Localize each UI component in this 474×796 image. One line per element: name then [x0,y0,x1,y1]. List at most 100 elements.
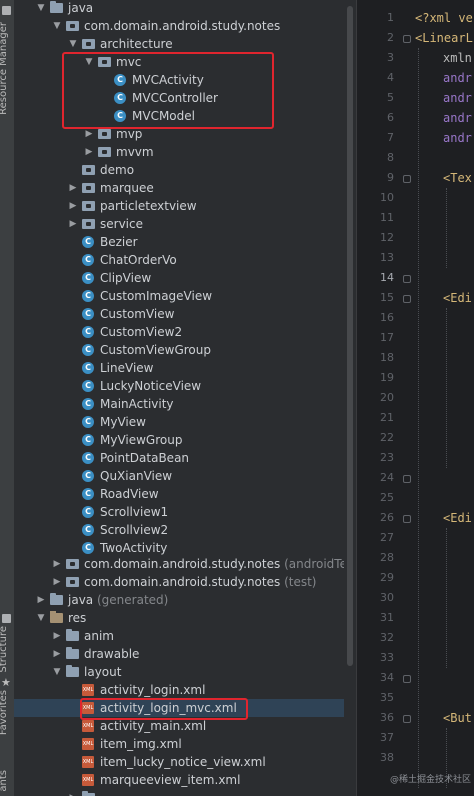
tree-row-class[interactable]: C QuXianView [14,467,344,485]
line-number: 12 [380,231,394,244]
line-number: 4 [387,71,394,84]
chevron-down-icon[interactable]: ▼ [52,17,62,35]
tree-label: com.domain.android.study.notes [84,19,281,33]
structure-tab[interactable]: Structure [0,626,9,673]
tree-scrollbar[interactable] [344,0,356,796]
tree-label: item_lucky_notice_view.xml [100,755,266,769]
tree-row-class[interactable]: C MyViewGroup [14,431,344,449]
tree-row-particletextview[interactable]: ▶ particletextview [14,197,344,215]
fold-marker-icon[interactable] [403,515,411,523]
tree-label: CustomView2 [100,325,183,339]
tree-row-drawable[interactable]: ▶ drawable [14,645,344,663]
chevron-right-icon[interactable]: ▶ [36,591,46,609]
chevron-right-icon[interactable]: ▶ [52,645,62,663]
tree-row-service[interactable]: ▶ service [14,215,344,233]
tree-row-class[interactable]: C Bezier [14,233,344,251]
tree-label: CustomImageView [100,289,213,303]
line-number: 24 [380,471,394,484]
line-number: 5 [387,91,394,104]
chevron-right-icon[interactable]: ▶ [52,573,62,591]
line-number: 31 [380,611,394,624]
tree-row-architecture[interactable]: ▼ architecture [14,35,344,53]
fold-marker-icon[interactable] [403,675,411,683]
tree-row-class[interactable]: C PointDataBean [14,449,344,467]
tree-label: demo [100,163,135,177]
fold-marker-icon[interactable] [403,715,411,723]
tree-row-anim[interactable]: ▶ anim [14,627,344,645]
xml-editor[interactable]: 1 2 3 4 5 6 7 8 9 10 11 12 13 14 15 16 1… [356,0,474,796]
tree-row-layout-file[interactable]: XML activity_login.xml [14,681,344,699]
line-number: 37 [380,731,394,744]
tree-row-class[interactable]: C ChatOrderVo [14,251,344,269]
package-icon [66,577,79,587]
tree-row-java[interactable]: ▼ java [14,0,344,17]
tree-row-class[interactable]: C MyView [14,413,344,431]
class-icon: C [82,326,94,338]
tree-row-java-generated[interactable]: ▶ java (generated) [14,591,344,609]
tree-row-class[interactable]: C LineView [14,359,344,377]
folder-icon [66,665,79,677]
tree-row-class[interactable]: C CustomImageView [14,287,344,305]
class-icon: C [82,542,94,554]
tree-row-package-main[interactable]: ▼ com.domain.android.study.notes [14,17,344,35]
tree-row-class[interactable]: C ClipView [14,269,344,287]
favorites-tab[interactable]: Favorites [0,690,9,735]
tree-row-layout-file[interactable]: XML item_img.xml [14,735,344,753]
fold-marker-icon[interactable] [403,275,411,283]
tree-row-layout-file[interactable]: XML marqueeview_item.xml [14,771,344,789]
code-area[interactable]: <?xml ve <LinearL xmln andr andr andr an… [415,0,474,796]
line-number: 9 [387,171,394,184]
chevron-down-icon[interactable]: ▼ [68,35,78,53]
package-icon [66,21,79,31]
code-line: andr [443,131,472,145]
line-number: 18 [380,351,394,364]
tree-row-partial[interactable]: ▶ [14,789,344,796]
tree-row-class[interactable]: C CustomView2 [14,323,344,341]
resource-manager-tab[interactable]: Resource Manager [0,22,9,115]
bottom-tab[interactable]: ants [0,770,9,792]
line-number: 21 [380,411,394,424]
folder-icon [66,647,79,659]
line-number: 15 [380,291,394,304]
tree-row-package-test[interactable]: ▶ com.domain.android.study.notes (test) [14,573,344,591]
tree-row-layout[interactable]: ▼ layout [14,663,344,681]
tree-row-res[interactable]: ▼ res [14,609,344,627]
package-name: com.domain.android.study.notes [84,557,281,571]
fold-marker-icon[interactable] [403,295,411,303]
chevron-down-icon[interactable]: ▼ [36,0,46,17]
tree-row-class[interactable]: C CustomView [14,305,344,323]
fold-marker-icon[interactable] [403,475,411,483]
tree-row-marquee[interactable]: ▶ marquee [14,179,344,197]
tree-row-class[interactable]: C CustomViewGroup [14,341,344,359]
fold-marker-icon[interactable] [403,175,411,183]
chevron-right-icon[interactable]: ▶ [84,143,94,161]
class-icon: C [82,416,94,428]
tree-row-class[interactable]: C Scrollview1 [14,503,344,521]
tree-row-mvvm[interactable]: ▶ mvvm [14,143,344,161]
resource-manager-icon[interactable] [2,6,11,15]
chevron-right-icon[interactable]: ▶ [52,627,62,645]
tree-row-class[interactable]: C RoadView [14,485,344,503]
fold-marker-icon[interactable] [403,35,411,43]
favorites-star-icon[interactable]: ★ [1,676,11,689]
line-number: 36 [380,711,394,724]
tree-label: layout [84,665,122,679]
chevron-right-icon[interactable]: ▶ [68,179,78,197]
tree-row-package-android-test[interactable]: ▶ com.domain.android.study.notes (androi… [14,555,344,573]
chevron-down-icon[interactable]: ▼ [52,663,62,681]
tree-row-class[interactable]: C Scrollview2 [14,521,344,539]
chevron-down-icon[interactable]: ▼ [36,609,46,627]
line-number: 11 [380,211,394,224]
tree-row-class[interactable]: C MainActivity [14,395,344,413]
tree-scrollbar-thumb[interactable] [347,6,353,666]
tree-row-layout-file[interactable]: XML item_lucky_notice_view.xml [14,753,344,771]
structure-icon[interactable] [2,614,11,623]
class-icon: C [82,398,94,410]
watermark: @稀土掘金技术社区 [390,775,472,785]
chevron-right-icon[interactable]: ▶ [68,197,78,215]
tree-row-demo[interactable]: demo [14,161,344,179]
chevron-right-icon[interactable]: ▶ [68,215,78,233]
chevron-right-icon[interactable]: ▶ [52,555,62,573]
chevron-right-icon[interactable]: ▶ [68,789,78,796]
tree-row-class[interactable]: C LuckyNoticeView [14,377,344,395]
